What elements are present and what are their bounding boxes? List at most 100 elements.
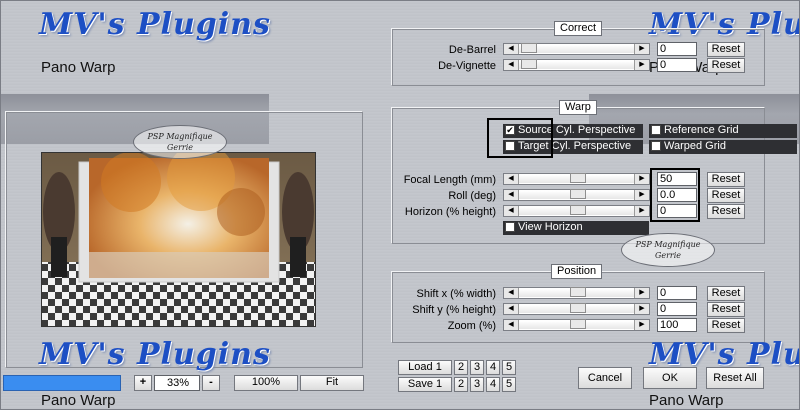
- horizon-reset-button[interactable]: Reset: [707, 204, 745, 219]
- watermark-stamp-preview: PSP Magnifique Gerrie: [133, 125, 227, 159]
- arrow-left-icon[interactable]: ◀: [504, 206, 519, 216]
- checkbox-icon[interactable]: [651, 141, 661, 151]
- load-slot-5[interactable]: 5: [502, 360, 516, 375]
- arrow-right-icon[interactable]: ▶: [634, 190, 649, 200]
- arrow-right-icon[interactable]: ▶: [634, 206, 649, 216]
- shift-y-value[interactable]: 0: [657, 302, 697, 316]
- zoom-out-button[interactable]: -: [202, 375, 220, 391]
- de-vignette-slider[interactable]: ◀ ▶: [503, 59, 650, 71]
- highlight-box-source: [487, 118, 553, 158]
- load-slot-3[interactable]: 3: [470, 360, 484, 375]
- slider-thumb[interactable]: [570, 189, 586, 199]
- zoom-value[interactable]: 100: [657, 318, 697, 332]
- de-vignette-reset-button[interactable]: Reset: [707, 58, 745, 73]
- arrow-right-icon[interactable]: ▶: [634, 174, 649, 184]
- load-slot-2[interactable]: 2: [454, 360, 468, 375]
- slider-thumb[interactable]: [570, 303, 586, 313]
- de-barrel-slider[interactable]: ◀ ▶: [503, 43, 650, 55]
- correct-group-title: Correct: [554, 21, 603, 36]
- zoom-reset-button[interactable]: Reset: [707, 318, 745, 333]
- save-slot-4[interactable]: 4: [486, 377, 500, 392]
- preview-image[interactable]: [41, 152, 316, 327]
- slider-thumb[interactable]: [570, 287, 586, 297]
- warp-group-title: Warp: [559, 100, 597, 115]
- save-slot-2[interactable]: 2: [454, 377, 468, 392]
- warped-grid-label: Warped Grid: [664, 140, 726, 152]
- arrow-right-icon[interactable]: ▶: [634, 304, 649, 314]
- de-barrel-reset-button[interactable]: Reset: [707, 42, 745, 57]
- shift-x-value[interactable]: 0: [657, 286, 697, 300]
- save-slot-3[interactable]: 3: [470, 377, 484, 392]
- position-group-title: Position: [551, 264, 603, 279]
- view-horizon-label: View Horizon: [518, 221, 583, 233]
- slider-thumb[interactable]: [570, 319, 586, 329]
- reference-grid-checkbox[interactable]: Reference Grid: [649, 124, 797, 138]
- zoom-fit-button[interactable]: Fit: [300, 375, 364, 391]
- horizon-label: Horizon (% height): [404, 206, 496, 218]
- app-title-top: Pano Warp: [41, 59, 116, 76]
- slider-thumb[interactable]: [521, 59, 537, 69]
- load-preset-button[interactable]: Load 1: [398, 360, 452, 375]
- de-vignette-label: De-Vignette: [438, 60, 496, 72]
- cancel-button[interactable]: Cancel: [578, 367, 632, 389]
- de-barrel-label: De-Barrel: [448, 44, 496, 56]
- focal-length-slider[interactable]: ◀ ▶: [503, 173, 650, 185]
- focal-length-reset-button[interactable]: Reset: [707, 172, 745, 187]
- shift-y-label: Shift y (% height): [412, 304, 496, 316]
- slider-thumb[interactable]: [570, 173, 586, 183]
- slider-thumb[interactable]: [570, 205, 586, 215]
- reference-grid-label: Reference Grid: [664, 124, 739, 136]
- zoom-slider[interactable]: ◀ ▶: [503, 319, 650, 331]
- arrow-left-icon[interactable]: ◀: [504, 190, 519, 200]
- shift-x-reset-button[interactable]: Reset: [707, 286, 745, 301]
- watermark-line2: Gerrie: [166, 143, 194, 152]
- shift-x-slider[interactable]: ◀ ▶: [503, 287, 650, 299]
- zoom-percent-field[interactable]: 33%: [154, 375, 200, 391]
- de-vignette-value[interactable]: 0: [657, 58, 697, 72]
- roll-reset-button[interactable]: Reset: [707, 188, 745, 203]
- highlight-box-values: [650, 168, 700, 222]
- checkbox-icon[interactable]: [651, 125, 661, 135]
- app-title-bottom: Pano Warp: [41, 392, 116, 409]
- arrow-left-icon[interactable]: ◀: [504, 60, 519, 70]
- brand-logo-top: MV's Plugins: [39, 7, 271, 42]
- load-slot-4[interactable]: 4: [486, 360, 500, 375]
- shift-y-slider[interactable]: ◀ ▶: [503, 303, 650, 315]
- shift-x-label: Shift x (% width): [416, 288, 496, 300]
- brand-logo-bottom: MV's Plugins: [39, 337, 271, 372]
- de-barrel-value[interactable]: 0: [657, 42, 697, 56]
- arrow-right-icon[interactable]: ▶: [634, 288, 649, 298]
- progress-bar: [3, 375, 121, 391]
- arrow-left-icon[interactable]: ◀: [504, 44, 519, 54]
- arrow-left-icon[interactable]: ◀: [504, 320, 519, 330]
- ok-button[interactable]: OK: [643, 367, 697, 389]
- arrow-left-icon[interactable]: ◀: [504, 304, 519, 314]
- checkbox-icon[interactable]: [505, 222, 515, 232]
- arrow-left-icon[interactable]: ◀: [504, 174, 519, 184]
- save-preset-button[interactable]: Save 1: [398, 377, 452, 392]
- app-title-bottom-right: Pano Warp: [649, 392, 724, 409]
- arrow-right-icon[interactable]: ▶: [634, 320, 649, 330]
- focal-length-label: Focal Length (mm): [403, 174, 496, 186]
- view-horizon-checkbox[interactable]: View Horizon: [503, 221, 649, 235]
- watermark-line1: PSP Magnifique: [635, 240, 701, 249]
- arrow-right-icon[interactable]: ▶: [634, 44, 649, 54]
- plugin-window: MV's Plugins Pano Warp MV's Plugins Pano…: [0, 0, 800, 410]
- warped-grid-checkbox[interactable]: Warped Grid: [649, 140, 797, 154]
- reset-all-button[interactable]: Reset All: [706, 367, 764, 389]
- zoom-100-button[interactable]: 100%: [234, 375, 298, 391]
- roll-label: Roll (deg): [448, 190, 496, 202]
- watermark-line2: Gerrie: [654, 251, 682, 260]
- arrow-right-icon[interactable]: ▶: [634, 60, 649, 70]
- save-slot-5[interactable]: 5: [502, 377, 516, 392]
- slider-thumb[interactable]: [521, 43, 537, 53]
- zoom-in-button[interactable]: +: [134, 375, 152, 391]
- horizon-slider[interactable]: ◀ ▶: [503, 205, 650, 217]
- correct-group: [391, 28, 765, 86]
- shift-y-reset-button[interactable]: Reset: [707, 302, 745, 317]
- zoom-label: Zoom (%): [447, 320, 496, 332]
- roll-slider[interactable]: ◀ ▶: [503, 189, 650, 201]
- arrow-left-icon[interactable]: ◀: [504, 288, 519, 298]
- watermark-stamp-panel: PSP Magnifique Gerrie: [621, 233, 715, 267]
- watermark-line1: PSP Magnifique: [147, 132, 213, 141]
